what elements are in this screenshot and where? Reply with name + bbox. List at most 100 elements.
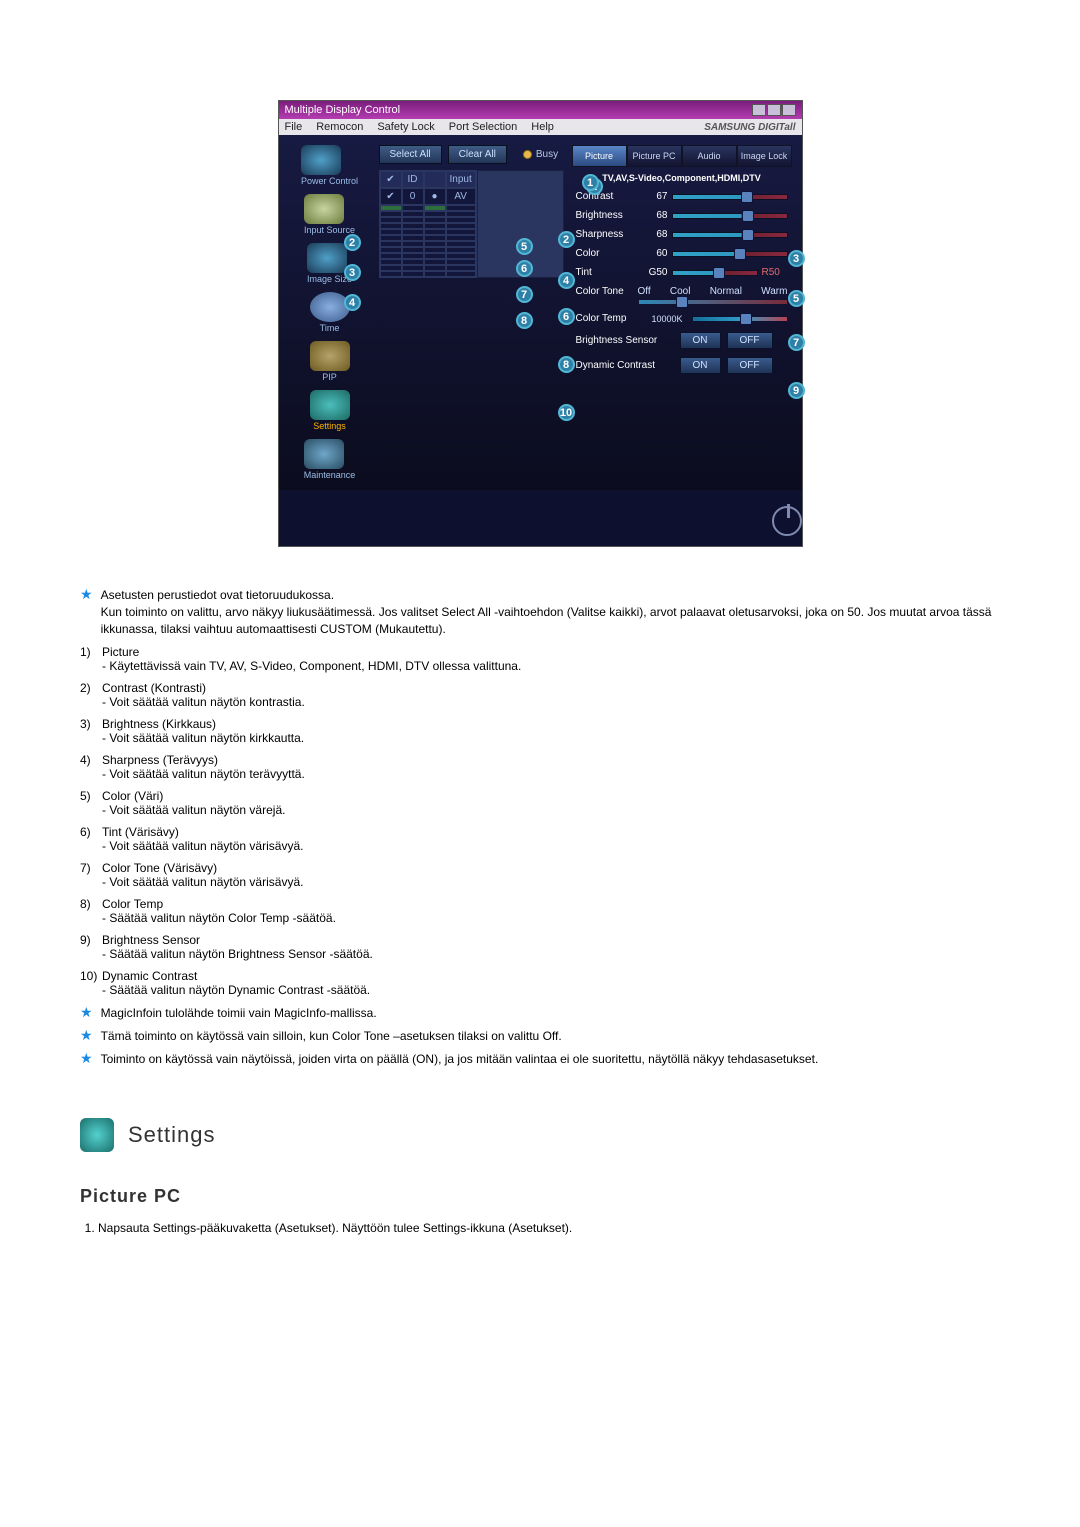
table-cell <box>402 271 424 277</box>
clock-icon <box>310 292 350 322</box>
menu-safetylock[interactable]: Safety Lock <box>377 121 434 133</box>
screenshot-container: Multiple Display Control File Remocon Sa… <box>278 100 803 547</box>
list-item: 9)Brightness Sensor- Säätää valitun näyt… <box>80 933 1000 961</box>
item-desc: - Voit säätää valitun näytön värisävyä. <box>102 875 1000 889</box>
minimize-icon[interactable] <box>752 104 766 116</box>
sidebar-item-input[interactable]: Input Source <box>304 194 355 235</box>
dynamic-contrast-on[interactable]: ON <box>680 357 721 374</box>
callout-r10: 10 <box>558 404 575 421</box>
sidebar-label: Maintenance <box>304 470 356 480</box>
item-title: Contrast (Kontrasti) <box>102 681 206 695</box>
settings-icon <box>310 390 350 420</box>
color-tone-label: Color Tone <box>576 286 638 297</box>
tab-image-lock[interactable]: Image Lock <box>737 145 792 167</box>
power-icon[interactable] <box>772 506 802 536</box>
item-desc: - Säätää valitun näytön Brightness Senso… <box>102 947 1000 961</box>
tone-opt: Off <box>638 286 651 297</box>
slider-thumb[interactable] <box>742 229 754 241</box>
slider-thumb[interactable] <box>741 191 753 203</box>
callout-r6: 6 <box>558 308 575 325</box>
sidebar-item-time[interactable]: Time <box>310 292 350 333</box>
brand-logo: SAMSUNG DIGITall <box>704 122 795 133</box>
table-row[interactable] <box>380 271 476 277</box>
color-temp-label: Color Temp <box>576 313 648 324</box>
sidebar-item-power[interactable]: Power Control <box>301 145 358 186</box>
color-value: 60 <box>642 248 668 259</box>
subsection-title: Picture PC <box>80 1186 1000 1207</box>
pip-icon <box>310 341 350 371</box>
list-item: 8)Color Temp- Säätää valitun näytön Colo… <box>80 897 1000 925</box>
sidebar-label: Input Source <box>304 225 355 235</box>
item-number: 1) <box>80 645 102 659</box>
sidebar-item-settings[interactable]: Settings <box>310 390 350 431</box>
table-cell: ✔ <box>380 188 402 205</box>
item-title: Sharpness (Terävyys) <box>102 753 218 767</box>
item-title: Color Temp <box>102 897 163 911</box>
callout-sb2: 2 <box>344 234 361 251</box>
dynamic-contrast-off[interactable]: OFF <box>727 357 773 374</box>
row-contrast: Contrast 67 <box>576 191 788 202</box>
table-cell <box>380 271 402 277</box>
list-item: 1)Picture- Käytettävissä vain TV, AV, S-… <box>80 645 1000 673</box>
item-title: Brightness Sensor <box>102 933 200 947</box>
tint-slider[interactable] <box>672 270 758 276</box>
col-id: ID <box>402 171 424 188</box>
col-status <box>424 171 446 188</box>
slider-thumb[interactable] <box>734 248 746 260</box>
tab-picture[interactable]: Picture <box>572 145 627 167</box>
note-text: MagicInfoin tulolähde toimii vain MagicI… <box>101 1005 377 1022</box>
item-desc: - Voit säätää valitun näytön värisävyä. <box>102 839 1000 853</box>
star-icon: ★ <box>80 1051 93 1068</box>
steps-list: Napsauta Settings-pääkuvaketta (Asetukse… <box>98 1221 1000 1235</box>
brightness-sensor-on[interactable]: ON <box>680 332 721 349</box>
callout-r8: 8 <box>558 356 575 373</box>
callout-r3: 3 <box>788 250 805 267</box>
brightness-slider[interactable] <box>672 213 788 219</box>
brightness-sensor-off[interactable]: OFF <box>727 332 773 349</box>
sidebar-item-pip[interactable]: PIP <box>310 341 350 382</box>
menu-file[interactable]: File <box>285 121 303 133</box>
slider-thumb[interactable] <box>742 210 754 222</box>
menu-portselection[interactable]: Port Selection <box>449 121 517 133</box>
row-color-temp: Color Temp 10000K <box>576 313 788 324</box>
center-toolbar: Select All Clear All Busy <box>379 145 564 164</box>
window-title: Multiple Display Control <box>285 104 401 116</box>
callout-g8: 8 <box>516 312 533 329</box>
callout-g6: 6 <box>516 260 533 277</box>
app-window: Multiple Display Control File Remocon Sa… <box>278 100 803 547</box>
slider-thumb[interactable] <box>740 313 752 325</box>
slider-thumb[interactable] <box>676 296 688 308</box>
clear-all-button[interactable]: Clear All <box>448 145 507 164</box>
select-all-button[interactable]: Select All <box>379 145 442 164</box>
slider-thumb[interactable] <box>713 267 725 279</box>
callout-sb4: 4 <box>344 294 361 311</box>
busy-indicator: Busy <box>523 149 558 160</box>
sidebar-label: Power Control <box>301 176 358 186</box>
menu-help[interactable]: Help <box>531 121 554 133</box>
tab-picture-pc[interactable]: Picture PC <box>627 145 682 167</box>
notes-section: ★ Asetusten perustiedot ovat tietoruuduk… <box>80 587 1000 1068</box>
list-item: 3)Brightness (Kirkkaus)- Voit säätää val… <box>80 717 1000 745</box>
maximize-icon[interactable] <box>767 104 781 116</box>
star-note: ★ Asetusten perustiedot ovat tietoruuduk… <box>80 587 1000 637</box>
sharpness-slider[interactable] <box>672 232 788 238</box>
color-temp-slider[interactable] <box>692 316 788 322</box>
callout-r7: 7 <box>788 334 805 351</box>
star-note: ★ MagicInfoin tulolähde toimii vain Magi… <box>80 1005 1000 1022</box>
color-slider[interactable] <box>672 251 788 257</box>
row-dynamic-contrast: Dynamic Contrast ON OFF <box>576 357 788 374</box>
item-title: Tint (Värisävy) <box>102 825 179 839</box>
table-row[interactable]: ✔0●AV <box>380 188 476 205</box>
row-color: Color 60 <box>576 248 788 259</box>
close-icon[interactable] <box>782 104 796 116</box>
sidebar-item-maintenance[interactable]: Maintenance <box>304 439 356 480</box>
contrast-slider[interactable] <box>672 194 788 200</box>
settings-tabs: Picture Picture PC Audio Image Lock <box>572 145 792 167</box>
list-item: 10)Dynamic Contrast- Säätää valitun näyt… <box>80 969 1000 997</box>
color-tone-slider[interactable] <box>638 299 788 305</box>
callout-sb3: 3 <box>344 264 361 281</box>
menu-remocon[interactable]: Remocon <box>316 121 363 133</box>
tab-audio[interactable]: Audio <box>682 145 737 167</box>
callout-g5: 5 <box>516 238 533 255</box>
callout-g7: 7 <box>516 286 533 303</box>
